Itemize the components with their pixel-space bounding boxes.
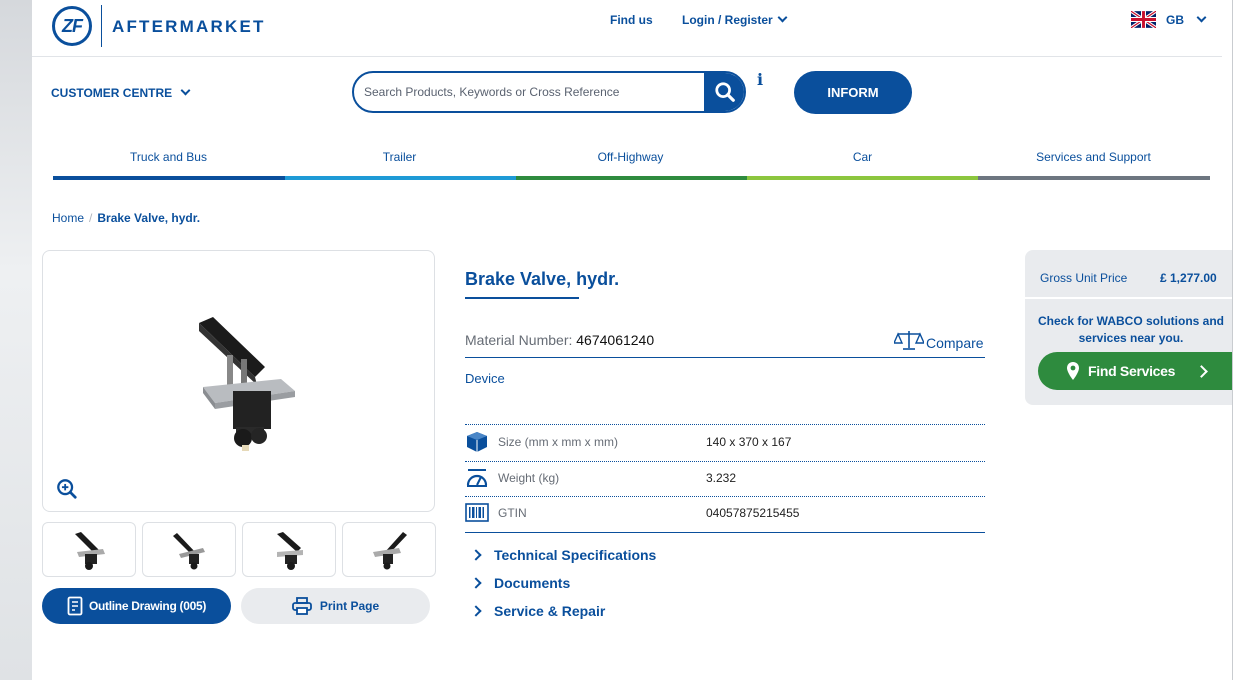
zf-logo-icon[interactable]: ZF (52, 6, 92, 46)
region-label: GB (1166, 13, 1184, 27)
thumbnail-4[interactable] (342, 522, 436, 577)
nav-services-and-support[interactable]: Services and Support (978, 150, 1209, 164)
scales-icon (894, 331, 924, 350)
product-category: Device (465, 371, 505, 386)
gross-price-label: Gross Unit Price (1040, 271, 1128, 285)
brake-valve-image (199, 317, 295, 451)
box-icon (467, 432, 487, 452)
find-services-label: Find Services (1088, 363, 1176, 379)
print-page-button[interactable]: Print Page (241, 588, 430, 624)
thumbnail-3[interactable] (242, 522, 336, 577)
search-box (352, 71, 746, 113)
print-page-label: Print Page (319, 599, 380, 613)
section-label: Documents (494, 575, 571, 591)
nav-bar-off-highway (516, 176, 747, 180)
nav-truck-and-bus[interactable]: Truck and Bus (53, 150, 284, 164)
background-left-strip (0, 0, 32, 680)
outline-drawing-label: Outline Drawing (005) (88, 599, 207, 613)
price-panel: Gross Unit Price £ 1,277.00 Check for WA… (1025, 250, 1232, 405)
spec-value: 04057875215455 (706, 506, 800, 520)
nav-trailer[interactable]: Trailer (284, 150, 515, 164)
chevron-down-icon (180, 85, 191, 96)
customer-centre-label: CUSTOMER CENTRE (51, 86, 173, 100)
price-divider (1025, 297, 1232, 299)
logo-divider (101, 5, 102, 47)
customer-centre-menu[interactable]: CUSTOMER CENTRE (51, 85, 191, 100)
breadcrumb: Home / Brake Valve, hydr. (52, 211, 200, 225)
gross-price-value: £ 1,277.00 (1160, 271, 1217, 285)
product-title: Brake Valve, hydr. (465, 269, 620, 289)
logo-mark: ZF (62, 15, 83, 36)
material-number: Material Number: 4674061240 (465, 332, 654, 348)
spec-value: 3.232 (706, 471, 737, 485)
technical-specifications-toggle[interactable]: Technical Specifications (470, 547, 657, 563)
thumbnail-image (173, 532, 205, 569)
page: ZF AFTERMARKET Find us Login / Register … (32, 0, 1232, 680)
nav-bar-truck (53, 176, 285, 180)
login-label: Login / Register (682, 13, 773, 27)
chevron-right-icon (470, 577, 482, 589)
drawing-document-icon (67, 596, 83, 616)
info-icon[interactable]: i (757, 70, 763, 89)
search-button[interactable] (704, 73, 744, 111)
thumbnail-1[interactable] (42, 522, 136, 577)
divider (465, 496, 985, 497)
spec-value: 140 x 370 x 167 (706, 435, 792, 449)
spec-label: GTIN (498, 506, 527, 520)
divider (465, 357, 985, 358)
login-register-link[interactable]: Login / Register (682, 12, 788, 27)
header-divider (32, 56, 1222, 57)
inform-button[interactable]: INFORM (794, 71, 912, 114)
nav-off-highway[interactable]: Off-Highway (515, 150, 746, 164)
breadcrumb-home[interactable]: Home (52, 211, 84, 225)
chevron-right-icon (470, 549, 482, 561)
chevron-right-icon (1195, 364, 1209, 378)
chevron-down-icon (1196, 12, 1207, 23)
gross-price-row: Gross Unit Price £ 1,277.00 (1025, 250, 1232, 297)
spec-label: Size (mm x mm x mm) (498, 435, 618, 449)
search-icon (715, 82, 735, 102)
outline-drawing-button[interactable]: Outline Drawing (005) (42, 588, 231, 624)
region-selector[interactable]: GB (1166, 12, 1207, 27)
thumbnail-image (373, 531, 407, 569)
section-label: Service & Repair (494, 603, 606, 619)
wabco-services-text: Check for WABCO solutions and services n… (1037, 314, 1224, 345)
thumbnail-image (75, 531, 105, 570)
service-repair-toggle[interactable]: Service & Repair (470, 603, 606, 619)
product-image[interactable] (42, 250, 435, 512)
nav-bar-car (747, 176, 978, 180)
chevron-down-icon (777, 12, 788, 23)
material-number-value: 4674061240 (576, 332, 655, 348)
barcode-icon (465, 503, 489, 522)
compare-label: Compare (926, 335, 984, 351)
nav-bar-trailer (285, 176, 516, 180)
divider (465, 532, 985, 533)
find-us-link[interactable]: Find us (610, 13, 653, 27)
compare-button[interactable]: Compare (894, 329, 984, 351)
search-input[interactable] (354, 73, 704, 111)
uk-flag-icon[interactable] (1131, 11, 1156, 28)
spec-label: Weight (kg) (498, 471, 560, 485)
material-number-label: Material Number: (465, 332, 573, 348)
thumbnail-image (277, 531, 303, 570)
section-label: Technical Specifications (494, 547, 657, 563)
nav-bar-services (978, 176, 1210, 180)
printer-icon (291, 597, 312, 615)
zoom-in-icon[interactable] (56, 478, 78, 500)
title-underline (465, 297, 579, 299)
chevron-right-icon (470, 605, 482, 617)
documents-toggle[interactable]: Documents (470, 575, 571, 591)
logo-text[interactable]: AFTERMARKET (112, 17, 266, 37)
breadcrumb-separator: / (89, 211, 93, 225)
weight-icon (466, 469, 488, 487)
location-pin-icon (1067, 362, 1079, 380)
nav-car[interactable]: Car (747, 150, 978, 164)
breadcrumb-current: Brake Valve, hydr. (97, 211, 201, 225)
divider (465, 424, 985, 425)
divider (465, 461, 985, 462)
find-services-button[interactable]: Find Services (1038, 352, 1232, 390)
thumbnail-2[interactable] (142, 522, 236, 577)
